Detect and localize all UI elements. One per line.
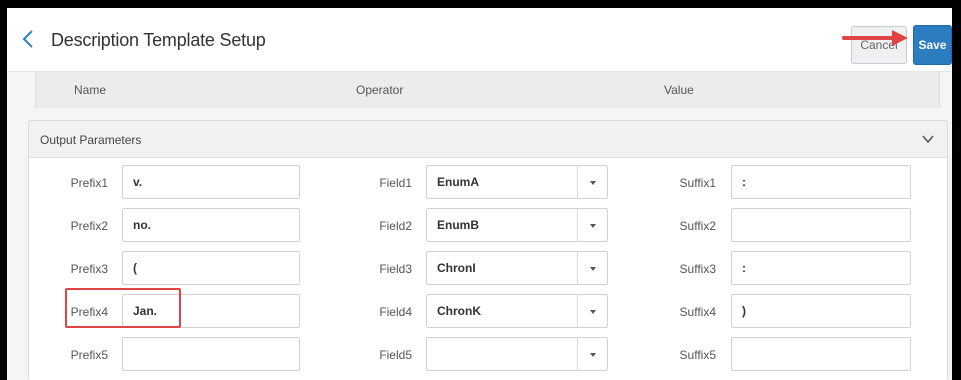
field5-select[interactable] xyxy=(426,337,608,371)
save-button[interactable]: Save xyxy=(913,25,952,65)
page-title: Description Template Setup xyxy=(51,30,266,50)
field3-label: Field3 xyxy=(379,262,412,276)
column-name: Name xyxy=(74,83,107,97)
suffix5-input[interactable] xyxy=(731,337,911,371)
field3-select[interactable]: ChronI xyxy=(426,251,608,285)
prefix3-input[interactable]: ( xyxy=(122,251,300,285)
prefix5-input[interactable] xyxy=(122,337,300,371)
chevron-left-icon[interactable] xyxy=(21,28,41,52)
rule-table-header: Name Operator Value xyxy=(35,72,940,108)
field1-label: Field1 xyxy=(379,176,412,190)
prefix4-input[interactable]: Jan. xyxy=(122,294,300,328)
field2-select[interactable]: EnumB xyxy=(426,208,608,242)
column-value: Value xyxy=(664,83,694,97)
caret-down-icon[interactable] xyxy=(577,338,607,370)
annotation-arrow xyxy=(842,30,908,46)
suffix5-label: Suffix5 xyxy=(679,348,716,362)
section-header[interactable]: Output Parameters xyxy=(29,121,947,158)
field2-label: Field2 xyxy=(379,219,412,233)
suffix1-input[interactable]: : xyxy=(731,165,911,199)
caret-down-icon[interactable] xyxy=(577,252,607,284)
prefix1-input[interactable]: v. xyxy=(122,165,300,199)
field1-value: EnumA xyxy=(437,175,479,189)
suffix3-input[interactable]: : xyxy=(731,251,911,285)
chevron-down-icon[interactable] xyxy=(921,133,935,145)
suffix2-input[interactable] xyxy=(731,208,911,242)
field4-select[interactable]: ChronK xyxy=(426,294,608,328)
suffix2-label: Suffix2 xyxy=(679,219,716,233)
caret-down-icon[interactable] xyxy=(577,295,607,327)
field3-value: ChronI xyxy=(437,261,476,275)
field4-value: ChronK xyxy=(437,304,481,318)
caret-down-icon[interactable] xyxy=(577,166,607,198)
field2-value: EnumB xyxy=(437,218,479,232)
prefix3-label: Prefix3 xyxy=(70,262,108,276)
prefix2-input[interactable]: no. xyxy=(122,208,300,242)
field5-label: Field5 xyxy=(379,348,412,362)
section-title: Output Parameters xyxy=(40,133,142,147)
column-operator: Operator xyxy=(356,83,404,97)
suffix3-label: Suffix3 xyxy=(679,262,716,276)
field1-select[interactable]: EnumA xyxy=(426,165,608,199)
prefix1-label: Prefix1 xyxy=(70,176,108,190)
caret-down-icon[interactable] xyxy=(577,209,607,241)
prefix4-label: Prefix4 xyxy=(70,305,108,319)
suffix1-label: Suffix1 xyxy=(679,176,716,190)
suffix4-input[interactable]: ) xyxy=(731,294,911,328)
field4-label: Field4 xyxy=(379,305,412,319)
suffix4-label: Suffix4 xyxy=(679,305,716,319)
prefix2-label: Prefix2 xyxy=(70,219,108,233)
page-header: Description Template Setup Cancel Save xyxy=(7,8,952,72)
prefix5-label: Prefix5 xyxy=(70,348,108,362)
